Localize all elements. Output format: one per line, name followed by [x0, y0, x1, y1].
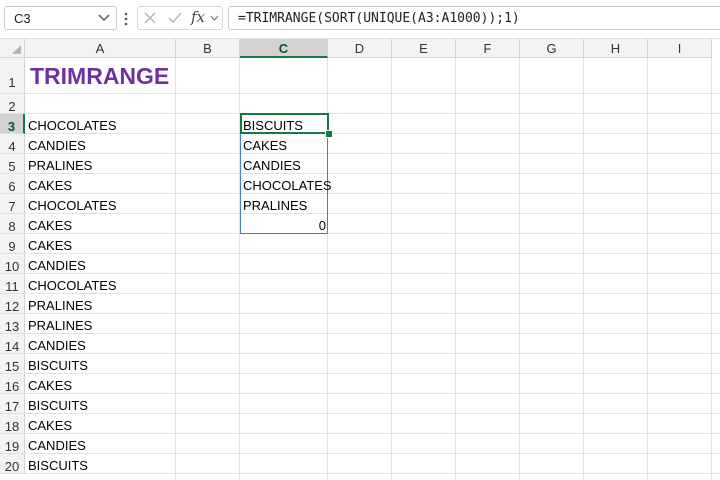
row-header-15[interactable]: 15: [0, 354, 25, 374]
cell-a16[interactable]: CAKES: [28, 376, 72, 396]
row-header-18[interactable]: 18: [0, 414, 25, 434]
cell-a7[interactable]: CHOCOLATES: [28, 196, 117, 216]
cell-a8[interactable]: CAKES: [28, 216, 72, 236]
cell-a10[interactable]: CANDIES: [28, 256, 86, 276]
spreadsheet-grid[interactable]: A B C D E F G H I 1 2 3 4 5 6 7 8 9 10 11 12 13 14 15 16 17 18 19 20…: [0, 39, 720, 480]
row-gridline: [25, 273, 720, 274]
cell-a3[interactable]: CHOCOLATES: [28, 116, 117, 136]
cell-a14[interactable]: CANDIES: [28, 336, 86, 356]
cell-a5[interactable]: PRALINES: [28, 156, 92, 176]
row-gridline: [25, 233, 720, 234]
row-gridline: [25, 293, 720, 294]
name-box[interactable]: C3: [4, 6, 117, 30]
column-gridline: [583, 58, 584, 480]
cell-a4[interactable]: CANDIES: [28, 136, 86, 156]
cell-c5[interactable]: CANDIES: [243, 156, 301, 176]
row-gridline: [25, 193, 720, 194]
row-gridline: [25, 353, 720, 354]
column-header-a[interactable]: A: [25, 39, 176, 58]
cell-a12[interactable]: PRALINES: [28, 296, 92, 316]
cell-a17[interactable]: BISCUITS: [28, 396, 88, 416]
column-gridline: [455, 58, 456, 480]
column-gridline: [647, 58, 648, 480]
row-header-6[interactable]: 6: [0, 174, 25, 194]
cell-c3[interactable]: BISCUITS: [243, 116, 303, 136]
row-gridline: [25, 153, 720, 154]
column-gridline: [391, 58, 392, 480]
formula-bar: C3 fx =TRIMRANGE(SORT(UNIQUE(A3:A1000));…: [0, 0, 720, 39]
row-header-4[interactable]: 4: [0, 134, 25, 154]
cell-a20[interactable]: BISCUITS: [28, 456, 88, 476]
cell-c7[interactable]: PRALINES: [243, 196, 307, 216]
column-gridline: [519, 58, 520, 480]
cell-a6[interactable]: CAKES: [28, 176, 72, 196]
cell-a19[interactable]: CANDIES: [28, 436, 86, 456]
row-gridline: [25, 373, 720, 374]
column-header-h[interactable]: H: [584, 39, 648, 58]
formula-controls: fx: [137, 6, 223, 30]
row-gridline: [25, 113, 720, 114]
row-gridline: [25, 413, 720, 414]
row-header-7[interactable]: 7: [0, 194, 25, 214]
triangle-icon: [12, 45, 21, 54]
row-gridline: [25, 313, 720, 314]
column-header-b[interactable]: B: [176, 39, 240, 58]
row-header-8[interactable]: 8: [0, 214, 25, 234]
row-header-17[interactable]: 17: [0, 394, 25, 414]
name-box-value: C3: [14, 11, 31, 26]
chevron-down-icon[interactable]: [210, 15, 219, 22]
cell-c4[interactable]: CAKES: [243, 136, 287, 156]
row-header-5[interactable]: 5: [0, 154, 25, 174]
row-gridline: [25, 453, 720, 454]
cell-c6[interactable]: CHOCOLATES: [243, 176, 332, 196]
row-header-2[interactable]: 2: [0, 94, 25, 114]
row-gridline: [25, 133, 720, 134]
row-header-1[interactable]: 1: [0, 58, 25, 94]
row-gridline: [25, 393, 720, 394]
row-gridline: [25, 173, 720, 174]
formula-input[interactable]: =TRIMRANGE(SORT(UNIQUE(A3:A1000));1): [228, 6, 720, 30]
cell-a13[interactable]: PRALINES: [28, 316, 92, 336]
select-all-button[interactable]: [0, 39, 25, 58]
row-gridline: [25, 473, 720, 474]
enter-check-icon[interactable]: [168, 12, 182, 24]
column-gridline: [175, 58, 176, 480]
row-gridline: [25, 253, 720, 254]
row-header-3[interactable]: 3: [0, 114, 25, 134]
cancel-x-icon[interactable]: [144, 12, 156, 24]
cell-a18[interactable]: CAKES: [28, 416, 72, 436]
row-header-16[interactable]: 16: [0, 374, 25, 394]
column-header-d[interactable]: D: [328, 39, 392, 58]
row-header-20[interactable]: 20: [0, 454, 25, 474]
cell-a11[interactable]: CHOCOLATES: [28, 276, 117, 296]
row-header-12[interactable]: 12: [0, 294, 25, 314]
row-gridline: [25, 333, 720, 334]
vertical-dots-icon[interactable]: [123, 11, 129, 27]
chevron-down-icon[interactable]: [98, 13, 110, 23]
row-header-14[interactable]: 14: [0, 334, 25, 354]
column-header-e[interactable]: E: [392, 39, 456, 58]
column-header-c[interactable]: C: [240, 39, 328, 58]
insert-function-button[interactable]: fx: [191, 8, 205, 26]
row-gridline: [25, 433, 720, 434]
column-header-i[interactable]: I: [648, 39, 712, 58]
formula-text: =TRIMRANGE(SORT(UNIQUE(A3:A1000));1): [238, 11, 520, 26]
row-header-13[interactable]: 13: [0, 314, 25, 334]
column-header-f[interactable]: F: [456, 39, 520, 58]
row-header-11[interactable]: 11: [0, 274, 25, 294]
column-header-g[interactable]: G: [520, 39, 584, 58]
row-header-10[interactable]: 10: [0, 254, 25, 274]
row-header-19[interactable]: 19: [0, 434, 25, 454]
cell-a9[interactable]: CAKES: [28, 236, 72, 256]
cell-a15[interactable]: BISCUITS: [28, 356, 88, 376]
row-gridline: [25, 213, 720, 214]
cell-c8[interactable]: 0: [240, 216, 326, 236]
fill-handle[interactable]: [325, 130, 333, 138]
column-gridline: [711, 58, 712, 480]
row-gridline: [25, 93, 720, 94]
row-header-9[interactable]: 9: [0, 234, 25, 254]
sheet-title: TRIMRANGE: [30, 63, 170, 89]
